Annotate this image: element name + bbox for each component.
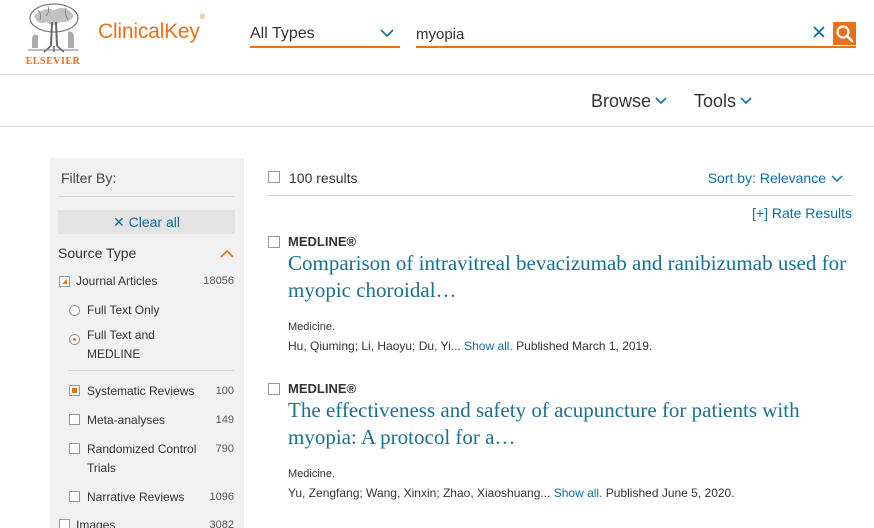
nav-browse-label: Browse <box>591 91 652 111</box>
filter-label: Images <box>76 518 116 528</box>
source-type-heading: Source Type <box>58 245 137 261</box>
filter-randomized-control-trials[interactable]: Randomized Control Trials 790 <box>58 440 236 480</box>
result-checkbox[interactable] <box>268 383 280 395</box>
elsevier-logo[interactable]: ELSEVIER <box>22 2 84 68</box>
chevron-down-icon <box>740 97 752 105</box>
filter-full-text-and-medline[interactable]: Full Text and MEDLINE <box>58 326 236 366</box>
close-icon: ✕ <box>113 214 125 230</box>
filter-label: Randomized Control Trials <box>87 442 197 475</box>
search-bar <box>416 22 856 48</box>
clear-all-button[interactable]: ✕ Clear all <box>58 210 235 234</box>
filter-label: Systematic Reviews <box>87 384 195 398</box>
top-header: ELSEVIER ClinicalKey® All Types <box>0 0 874 75</box>
nav-tools-label: Tools <box>694 91 737 111</box>
chevron-down-icon <box>831 175 843 183</box>
divider <box>58 196 234 197</box>
search-button[interactable] <box>833 22 856 45</box>
result-title-link[interactable]: The effectiveness and safety of acupunct… <box>288 397 858 451</box>
logo-text: ELSEVIER <box>25 56 81 67</box>
result-checkbox[interactable] <box>268 236 280 248</box>
filter-count: 149 <box>215 414 234 426</box>
show-all-link[interactable]: Show all. <box>554 486 603 500</box>
sort-label: Sort by: Relevance <box>707 170 826 186</box>
result-journal: Medicine. <box>288 321 336 333</box>
result-source: MEDLINE® <box>288 381 357 396</box>
radio-button[interactable] <box>69 334 80 345</box>
nav-browse[interactable]: Browse <box>591 91 667 112</box>
result-title-link[interactable]: Comparison of intravitreal bevacizumab a… <box>288 250 858 304</box>
clear-all-label: Clear all <box>128 214 180 230</box>
elsevier-tree-icon <box>24 2 82 54</box>
sort-dropdown[interactable]: Sort by: Relevance <box>708 170 843 186</box>
rate-results-link[interactable]: [+] Rate Results <box>752 205 852 221</box>
brand-text: ClinicalKey <box>98 20 200 43</box>
filter-label: Meta-analyses <box>87 413 166 427</box>
checkbox[interactable] <box>69 414 80 425</box>
chevron-up-icon[interactable] <box>220 249 234 259</box>
checkbox[interactable] <box>69 385 80 396</box>
close-icon[interactable] <box>812 25 826 39</box>
filter-label: Narrative Reviews <box>87 490 185 504</box>
main-nav: Browse Tools <box>0 75 874 127</box>
brand-mark: ® <box>199 14 205 21</box>
results-count: 100 results <box>289 170 358 186</box>
checkbox[interactable] <box>69 491 80 502</box>
content-type-select[interactable]: All Types <box>250 22 400 48</box>
result-authors: Yu, Zengfang; Wang, Xinxin; Zhao, Xiaosh… <box>288 486 551 500</box>
result-authors: Hu, Qiuming; Li, Haoyu; Du, Yi... <box>288 339 461 353</box>
nav-tools[interactable]: Tools <box>694 91 752 112</box>
result-published: Published March 1, 2019. <box>516 339 653 353</box>
show-all-link[interactable]: Show all. <box>464 339 513 353</box>
filter-label: Full Text Only <box>87 303 160 317</box>
chevron-down-icon <box>380 29 394 38</box>
filter-count: 1096 <box>209 491 234 503</box>
search-input[interactable] <box>416 24 806 44</box>
brand-name[interactable]: ClinicalKey® <box>98 14 205 44</box>
select-all-checkbox[interactable] <box>268 171 280 183</box>
radio-button[interactable] <box>69 305 80 316</box>
checkbox[interactable] <box>59 276 70 287</box>
filter-count: 100 <box>215 385 234 397</box>
divider <box>68 370 234 371</box>
result-meta: Hu, Qiuming; Li, Haoyu; Du, Yi... Show a… <box>288 339 652 353</box>
result-journal: Medicine. <box>288 468 336 480</box>
checkbox[interactable] <box>69 443 80 454</box>
result-source: MEDLINE® <box>288 234 357 249</box>
search-icon <box>836 25 854 43</box>
chevron-down-icon <box>655 97 667 105</box>
filter-label: Full Text and MEDLINE <box>87 328 155 361</box>
result-published: Published June 5, 2020. <box>605 486 735 500</box>
filter-count: 790 <box>215 443 234 455</box>
results-header: 100 results Sort by: Relevance <box>267 168 853 196</box>
result-meta: Yu, Zengfang; Wang, Xinxin; Zhao, Xiaosh… <box>288 486 735 500</box>
content-type-value: All Types <box>250 25 315 42</box>
filter-sidebar: Filter By: ✕ Clear all Source Type Journ… <box>50 158 244 528</box>
filter-count: 3082 <box>209 519 234 528</box>
checkbox[interactable] <box>59 519 70 528</box>
filter-by-label: Filter By: <box>61 170 117 186</box>
filter-label: Journal Articles <box>76 274 158 288</box>
filter-count: 18056 <box>203 275 234 287</box>
